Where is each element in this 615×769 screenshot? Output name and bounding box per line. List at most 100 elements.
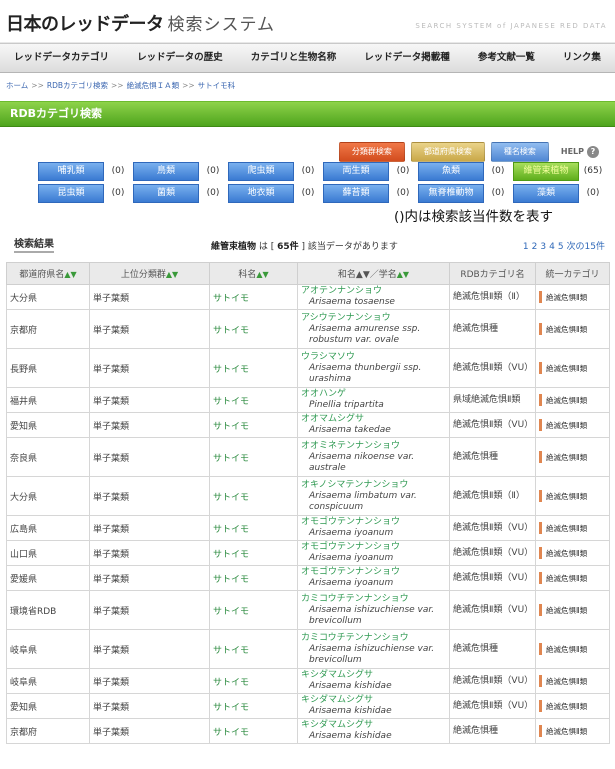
breadcrumb-rdb[interactable]: RDBカテゴリ検索 [47, 81, 108, 90]
nav-item-references[interactable]: 参考文献一覧 [464, 44, 549, 72]
cell-prefecture: 愛知県 [6, 693, 90, 719]
sort-icon[interactable]: ▲▼ [397, 270, 409, 279]
japanese-name-link[interactable]: カミコウチテンナンショウ [301, 594, 446, 605]
count-note: ()内は検索該当件数を表す [394, 209, 554, 225]
name-search-button[interactable]: 種名検索 [490, 142, 549, 162]
category-button-fungi[interactable]: 菌類 [133, 183, 199, 203]
breadcrumb-family[interactable]: サトイモ科 [198, 81, 236, 90]
table-row: 長野県 単子葉類 サトイモ ウラシマソウ Arisaema thunbergii ssp… [6, 348, 610, 388]
cell-unified-category: 絶滅危惧Ⅱ類 [535, 718, 610, 744]
category-button-insects[interactable]: 昆虫類 [38, 183, 104, 203]
category-button-invertebrates[interactable]: 無脊椎動物 [418, 183, 484, 203]
category-count: (0) [491, 188, 505, 198]
help-link[interactable]: HELP? [561, 146, 599, 158]
category-button-mammals[interactable]: 哺乳類 [38, 161, 104, 181]
next-page-link[interactable]: 次の15件 [567, 242, 605, 252]
category-badge: 絶滅危惧Ⅱ類 [539, 604, 606, 616]
category-row: 哺乳類 (0) 鳥類 (0) 爬虫類 (0) 両生類 (0) 魚類 (0) 維管束植物 (6… [38, 161, 608, 181]
page-link[interactable]: 3 [540, 242, 546, 252]
japanese-name-link[interactable]: キシダマムシグサ [301, 670, 446, 681]
japanese-name-link[interactable]: キシダマムシグサ [301, 720, 446, 731]
unified-category-label: 絶滅危惧Ⅱ類 [546, 573, 588, 583]
category-button-bryophytes[interactable]: 蘚苔類 [323, 183, 389, 203]
cell-prefecture: 奈良県 [6, 437, 90, 477]
category-button-vascular-plants[interactable]: 維管束植物 [513, 161, 579, 181]
cell-group: 単子葉類 [89, 348, 210, 388]
cell-rdb-category: 絶滅危惧Ⅱ類（VU） [449, 590, 536, 630]
japanese-name-link[interactable]: オモゴウテンナンショウ [301, 542, 446, 553]
category-button-birds[interactable]: 鳥類 [133, 161, 199, 181]
category-bar [539, 291, 542, 303]
japanese-name-link[interactable]: オモゴウテンナンショウ [301, 517, 446, 528]
category-button-algae[interactable]: 藻類 [513, 183, 579, 203]
category-badge: 絶滅危惧Ⅱ類 [539, 362, 606, 374]
sort-icon[interactable]: ▲▼ [256, 270, 268, 279]
japanese-name-link[interactable]: アオテンナンショウ [301, 286, 446, 297]
cell-prefecture: 環境省RDB [6, 590, 90, 630]
japanese-name-link[interactable]: カミコウチテンナンショウ [301, 633, 446, 644]
category-badge: 絶滅危惧Ⅱ類 [539, 522, 606, 534]
site-logo[interactable]: 日本のレッドデータ 検索システム [6, 10, 275, 36]
cell-name: カミコウチテンナンショウ Arisaema ishizuchiense var. … [297, 629, 450, 669]
cell-unified-category: 絶滅危惧Ⅱ類 [535, 284, 610, 310]
breadcrumb-rank[interactable]: 絶滅危惧ＩＡ類 [127, 81, 180, 90]
japanese-name-link[interactable]: オオマムシグサ [301, 414, 446, 425]
japanese-name-link[interactable]: アシウテンナンショウ [301, 313, 446, 324]
category-count: (0) [586, 188, 600, 198]
category-button-reptiles[interactable]: 爬虫類 [228, 161, 294, 181]
category-button-lichens[interactable]: 地衣類 [228, 183, 294, 203]
search-mode-buttons: 分類群検索 都道府県検索 種名検索 HELP? [338, 142, 599, 162]
cell-name: キシダマムシグサ Arisaema kishidae [297, 668, 450, 694]
cell-name: オキノシマテンナンショウ Arisaema limbatum var. consp… [297, 476, 450, 516]
cell-family: サトイモ [209, 476, 298, 516]
table-row: 環境省RDB 単子葉類 サトイモ カミコウチテンナンショウ Arisaema ishiz… [6, 590, 610, 630]
cell-name: オモゴウテンナンショウ Arisaema iyoanum [297, 515, 450, 541]
breadcrumb-home[interactable]: ホーム [6, 81, 28, 90]
japanese-name-link[interactable]: オモゴウテンナンショウ [301, 567, 446, 578]
cell-prefecture: 広島県 [6, 515, 90, 541]
cell-family: サトイモ [209, 565, 298, 591]
category-badge: 絶滅危惧Ⅱ類 [539, 323, 606, 335]
area-search-button[interactable]: 都道府県検索 [410, 142, 485, 162]
category-button-amphibians[interactable]: 両生類 [323, 161, 389, 181]
table-row: 大分県 単子葉類 サトイモ アオテンナンショウ Arisaema tosaense 絶滅危… [6, 284, 610, 310]
header-label: 都道府県名 [19, 270, 65, 280]
nav-item-category[interactable]: レッドデータカテゴリ [0, 44, 123, 72]
results-title: 検索結果 [14, 235, 54, 253]
results-table: 都道府県名▲▼ 上位分類群▲▼ 科名▲▼ 和名▲▼／学名▲▼ RDBカテゴリ名 … [6, 262, 610, 744]
cell-family: サトイモ [209, 668, 298, 694]
site-english-title: SEARCH SYSTEM of JAPANESE RED DATA [415, 22, 607, 30]
header-group[interactable]: 上位分類群▲▼ [89, 262, 210, 285]
nav-item-links[interactable]: リンク集 [549, 44, 615, 72]
cell-name: キシダマムシグサ Arisaema kishidae [297, 693, 450, 719]
header-family[interactable]: 科名▲▼ [209, 262, 298, 285]
page-link[interactable]: 1 [523, 242, 529, 252]
page-link[interactable]: 5 [558, 242, 564, 252]
japanese-name-link[interactable]: オオハンゲ [301, 389, 446, 400]
sort-icon[interactable]: ▲▼ [64, 270, 76, 279]
category-button-fish[interactable]: 魚類 [418, 161, 484, 181]
cell-family: サトイモ [209, 348, 298, 388]
page-link[interactable]: 4 [549, 242, 555, 252]
cell-family: サトイモ [209, 540, 298, 566]
nav-item-names[interactable]: カテゴリと生物名称 [237, 44, 351, 72]
japanese-name-link[interactable]: キシダマムシグサ [301, 695, 446, 706]
cell-name: ウラシマソウ Arisaema thunbergii ssp. urashima [297, 348, 450, 388]
page-link[interactable]: 2 [532, 242, 538, 252]
group-search-button[interactable]: 分類群検索 [338, 142, 405, 162]
japanese-name-link[interactable]: オオミネテンナンショウ [301, 441, 446, 452]
cell-unified-category: 絶滅危惧Ⅱ類 [535, 437, 610, 477]
header-prefecture[interactable]: 都道府県名▲▼ [6, 262, 90, 285]
nav-item-history[interactable]: レッドデータの歴史 [123, 44, 237, 72]
category-bar [539, 522, 542, 534]
cell-rdb-category: 絶滅危惧種 [449, 718, 536, 744]
unified-category-label: 絶滅危惧Ⅱ類 [546, 292, 588, 302]
japanese-name-link[interactable]: ウラシマソウ [301, 352, 446, 363]
sort-icon[interactable]: ▲▼ [166, 270, 178, 279]
category-bar [539, 362, 542, 374]
japanese-name-link[interactable]: オキノシマテンナンショウ [301, 480, 446, 491]
header-name[interactable]: 和名▲▼／学名▲▼ [297, 262, 450, 285]
cell-unified-category: 絶滅危惧Ⅱ類 [535, 540, 610, 566]
cell-rdb-category: 絶滅危惧Ⅱ類（VU） [449, 348, 536, 388]
nav-item-species[interactable]: レッドデータ掲載種 [350, 44, 464, 72]
